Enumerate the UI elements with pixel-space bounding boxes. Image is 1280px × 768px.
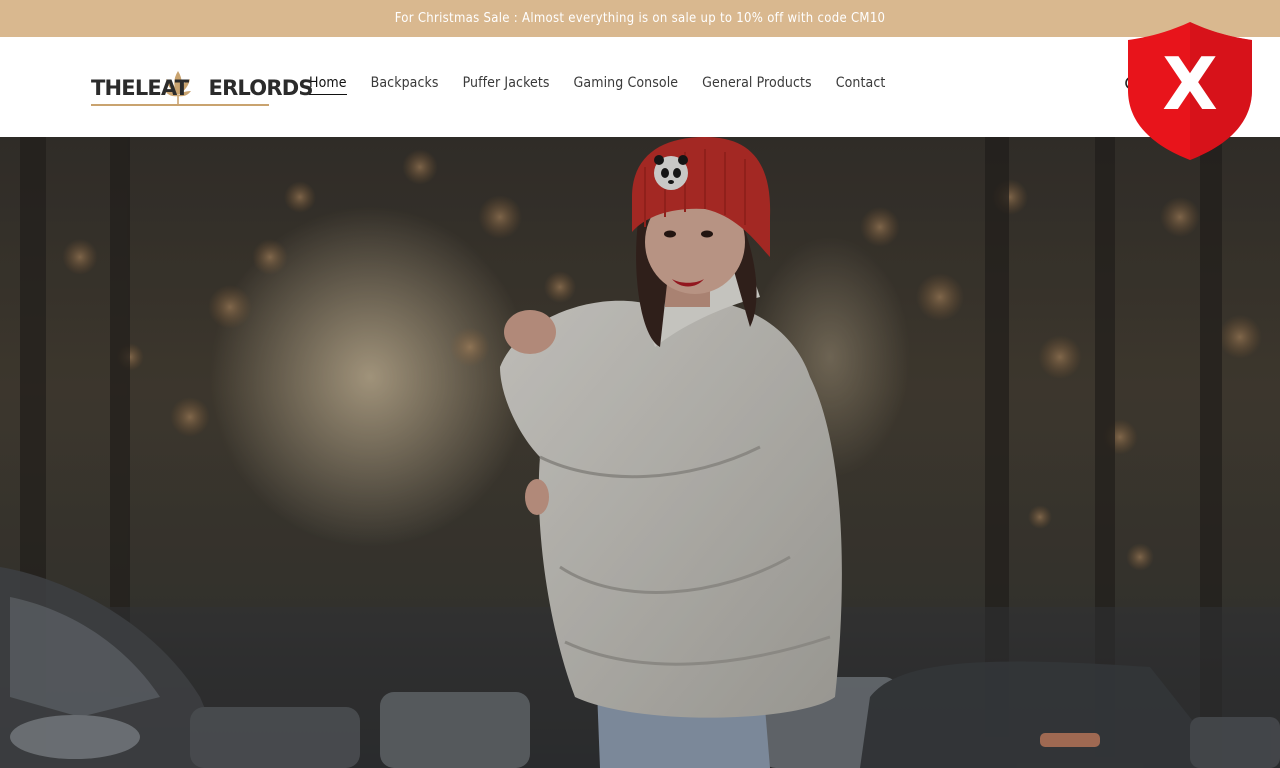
- nav-gaming-console[interactable]: Gaming Console: [574, 75, 679, 95]
- nav-puffer-jackets[interactable]: Puffer Jackets: [463, 75, 550, 95]
- main-nav: Home Backpacks Puffer Jackets Gaming Con…: [309, 75, 885, 95]
- nav-home[interactable]: Home: [309, 75, 347, 95]
- security-shield-button[interactable]: X: [1126, 20, 1254, 162]
- site-header: THELEAT ERLORDS Home Backpacks Puffer Ja…: [0, 37, 1280, 137]
- announcement-text: For Christmas Sale : Almost everything i…: [394, 11, 886, 26]
- hero-image: [0, 137, 1280, 768]
- shield-label: X: [1162, 42, 1218, 126]
- logo-text: THELEAT ERLORDS: [91, 76, 313, 100]
- hero-banner[interactable]: [0, 137, 1280, 768]
- announcement-bar: For Christmas Sale : Almost everything i…: [0, 0, 1280, 37]
- nav-backpacks[interactable]: Backpacks: [371, 75, 439, 95]
- nav-contact[interactable]: Contact: [836, 75, 886, 95]
- site-logo[interactable]: THELEAT ERLORDS: [91, 69, 313, 107]
- security-shield-x-icon: X: [1128, 22, 1252, 160]
- nav-general-products[interactable]: General Products: [702, 75, 812, 95]
